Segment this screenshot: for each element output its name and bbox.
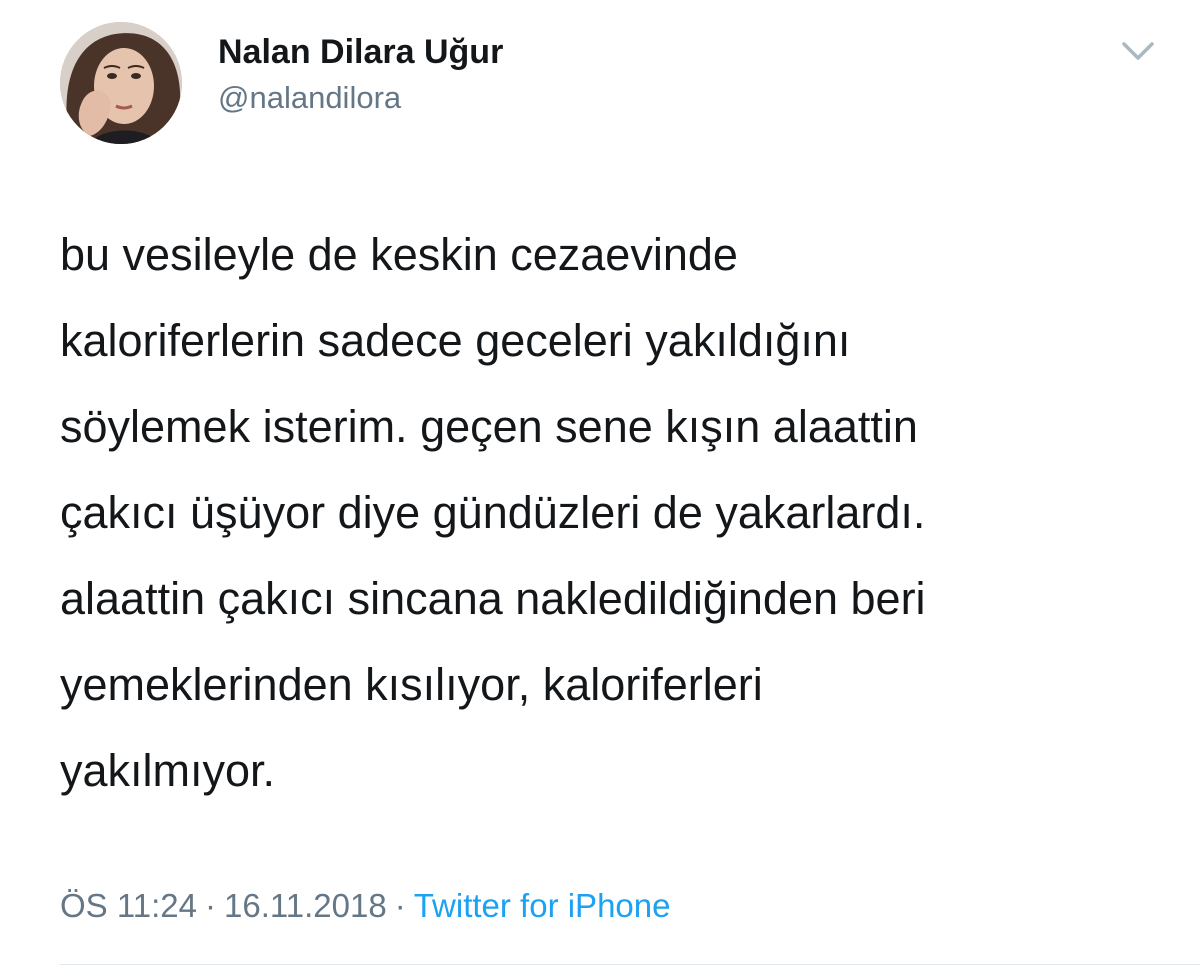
tweet-date[interactable]: 16.11.2018 [224,887,387,924]
meta-separator: · [394,887,406,924]
meta-separator: · [204,887,216,924]
avatar-photo [60,22,182,144]
chevron-down-icon[interactable] [1116,36,1160,66]
tweet-header: Nalan Dilara Uğur @nalandilora [60,22,1160,146]
author-display-name[interactable]: Nalan Dilara Uğur [218,32,503,72]
divider [60,964,1200,965]
tweet-time[interactable]: ÖS 11:24 [60,887,197,924]
tweet-source-link[interactable]: Twitter for iPhone [414,887,671,924]
author-names: Nalan Dilara Uğur @nalandilora [218,32,503,118]
tweet-meta: ÖS 11:24 · 16.11.2018 · Twitter for iPhone [60,884,670,928]
tweet-text: bu vesileyle de keskin cezaevinde kalori… [60,229,926,796]
author-handle[interactable]: @nalandilora [218,78,503,118]
avatar[interactable] [60,22,182,144]
